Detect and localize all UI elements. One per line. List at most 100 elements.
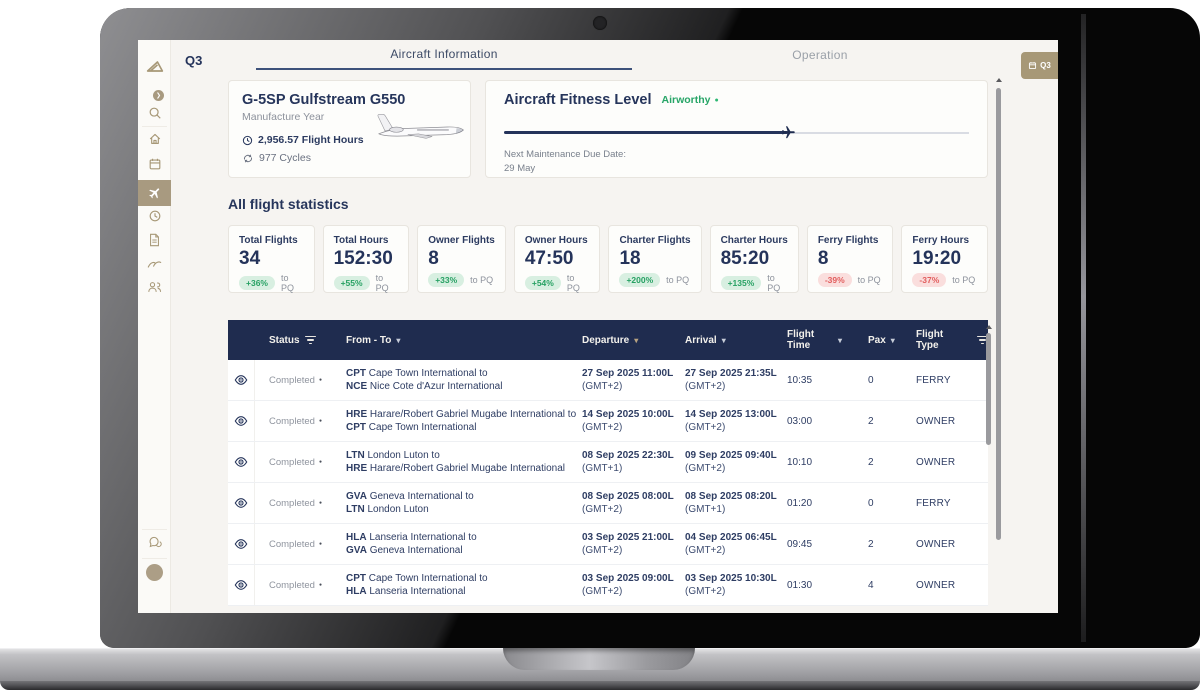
header-flight-time[interactable]: Flight Time ▾: [787, 329, 868, 351]
departure-cell: 14 Sep 2025 10:00L (GMT+2): [582, 408, 685, 434]
arrival-cell: 14 Sep 2025 13:00L (GMT+2): [685, 408, 787, 434]
sidebar-item-people[interactable]: [138, 280, 171, 294]
aircraft-photo: [374, 111, 466, 143]
flight-type-cell: OWNER: [916, 539, 988, 550]
stat-label: Charter Hours: [721, 235, 788, 246]
flight-hours-value: 2,956.57 Flight Hours: [258, 134, 364, 146]
table-row[interactable]: Completed ● HLA Lanseria International t…: [228, 524, 988, 565]
header-flight-type[interactable]: Flight Type: [916, 329, 988, 351]
sidebar-item-home[interactable]: [138, 132, 171, 146]
stat-value: 8: [428, 248, 495, 270]
user-avatar[interactable]: [138, 564, 171, 581]
status-cell: Completed ●: [255, 498, 346, 509]
flight-type-cell: FERRY: [916, 375, 988, 386]
stat-delta-pill: +54%: [525, 276, 561, 290]
table-row[interactable]: Completed ● CPT Cape Town International …: [228, 565, 988, 606]
sidebar-divider: [142, 529, 167, 530]
quarter-badge[interactable]: Q3: [1021, 52, 1058, 79]
stat-delta-pill: +55%: [334, 276, 370, 290]
aircraft-summary-card: G-5SP Gulfstream G550 Manufacture Year 2…: [228, 80, 471, 178]
search-icon: [148, 106, 162, 120]
view-flight-button[interactable]: [228, 401, 255, 441]
stat-card: Total Flights 34 +36% to PQ: [228, 225, 315, 293]
sort-arrow-icon[interactable]: ▾: [838, 335, 842, 346]
stat-card: Owner Hours 47:50 +54% to PQ: [514, 225, 601, 293]
tab-aircraft-information[interactable]: Aircraft Information: [256, 40, 632, 70]
table-row[interactable]: Completed ● LTN London Luton to HRE Hara…: [228, 442, 988, 483]
header-from-to[interactable]: From - To ▾: [346, 335, 582, 346]
fitness-progress-fill: [504, 131, 788, 134]
stat-card: Owner Flights 8 +33% to PQ: [417, 225, 506, 293]
table-row[interactable]: Completed ● GVA Geneva International to …: [228, 483, 988, 524]
status-dot-icon: ●: [319, 377, 322, 383]
stat-value: 18: [619, 248, 690, 270]
laptop-notch: [503, 648, 695, 670]
stat-card: Ferry Flights 8 -39% to PQ: [807, 225, 894, 293]
fitness-card: Aircraft Fitness Level Airworthy ● Next …: [485, 80, 988, 178]
sort-arrow-icon[interactable]: ▾: [891, 335, 895, 346]
stat-value: 8: [818, 248, 883, 270]
view-flight-button[interactable]: [228, 524, 255, 564]
view-flight-button[interactable]: [228, 360, 255, 400]
pax-cell: 2: [868, 539, 916, 550]
table-body: Completed ● CPT Cape Town International …: [228, 360, 988, 606]
sidebar-item-search[interactable]: [138, 106, 171, 120]
page-scroll-up-icon[interactable]: [996, 78, 1002, 82]
stat-label: Total Flights: [239, 235, 304, 246]
page-scrollbar[interactable]: [996, 88, 1001, 540]
view-flight-button[interactable]: [228, 565, 255, 605]
stat-to-pq: to PQ: [666, 275, 689, 285]
flight-time-cell: 09:45: [787, 539, 868, 550]
app-screen: ❯: [138, 40, 1058, 613]
sidebar-item-history[interactable]: [138, 209, 171, 223]
view-flight-button[interactable]: [228, 483, 255, 523]
airplane-icon: [145, 183, 165, 203]
table-scroll-up-icon[interactable]: [986, 325, 992, 329]
header-status[interactable]: Status: [255, 335, 346, 346]
stat-cards: Total Flights 34 +36% to PQ Total Hours …: [228, 225, 988, 293]
tab-operation[interactable]: Operation: [632, 40, 1008, 70]
status-dot-icon: ●: [319, 582, 322, 588]
table-row[interactable]: Completed ● HRE Harare/Robert Gabriel Mu…: [228, 401, 988, 442]
sort-arrow-icon[interactable]: ▾: [722, 335, 726, 346]
status-cell: Completed ●: [255, 580, 346, 591]
sidebar-item-crew-wings[interactable]: [138, 258, 171, 269]
flight-type-cell: OWNER: [916, 580, 988, 591]
sort-arrow-icon[interactable]: ▾: [634, 335, 638, 346]
sidebar-expand-button[interactable]: ❯: [138, 90, 171, 101]
sidebar-item-documents[interactable]: [138, 233, 171, 247]
calendar-icon: [148, 157, 162, 171]
main-content: G-5SP Gulfstream G550 Manufacture Year 2…: [228, 80, 988, 606]
sidebar-item-schedule[interactable]: [138, 157, 171, 171]
stat-value: 19:20: [912, 248, 977, 270]
sidebar-item-aircraft-active[interactable]: [138, 180, 171, 206]
header-departure[interactable]: Departure ▾: [582, 335, 685, 346]
departure-cell: 27 Sep 2025 11:00L (GMT+2): [582, 367, 685, 393]
stat-value: 152:30: [334, 248, 399, 270]
header-pax[interactable]: Pax ▾: [868, 335, 916, 346]
stat-delta-pill: +33%: [428, 273, 464, 287]
stat-card: Ferry Hours 19:20 -37% to PQ: [901, 225, 988, 293]
from-to-cell: HRE Harare/Robert Gabriel Mugabe Interna…: [346, 408, 582, 434]
sort-arrow-icon[interactable]: ▾: [396, 335, 400, 346]
header-arrival[interactable]: Arrival ▾: [685, 335, 787, 346]
webcam-icon: [593, 16, 607, 30]
wings-icon: [147, 258, 162, 269]
eye-icon: [234, 455, 248, 469]
table-scrollbar[interactable]: [986, 333, 991, 445]
bezel-edge-highlight: [1081, 14, 1086, 642]
progress-airplane-icon: [781, 125, 796, 140]
stat-to-pq: to PQ: [376, 273, 399, 293]
quarter-badge-label: Q3: [1040, 61, 1051, 70]
filter-icon[interactable]: [305, 336, 316, 345]
view-flight-button[interactable]: [228, 442, 255, 482]
clock-icon: [242, 135, 253, 146]
table-row[interactable]: Completed ● CPT Cape Town International …: [228, 360, 988, 401]
home-icon: [148, 132, 162, 146]
quarter-label: Q3: [185, 53, 202, 68]
sidebar-item-chat[interactable]: [138, 536, 171, 549]
clock-icon: [148, 209, 162, 223]
flight-time-cell: 10:35: [787, 375, 868, 386]
status-dot-icon: ●: [715, 97, 719, 104]
stat-label: Charter Flights: [619, 235, 690, 246]
